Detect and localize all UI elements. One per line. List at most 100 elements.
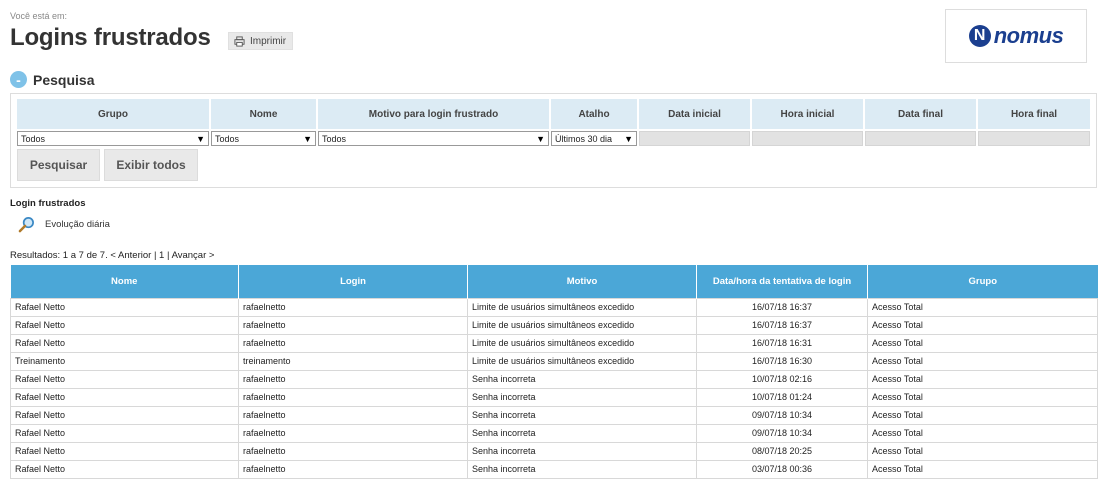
cell-nome: Rafael Netto [10, 333, 239, 353]
table-row[interactable]: Rafael Netto rafaelnetto Limite de usuár… [10, 315, 1098, 335]
search-section-header: - Pesquisa [10, 71, 94, 88]
table-header: Nome Login Motivo Data/hora da tentativa… [10, 265, 1098, 298]
filter-grupo: Grupo Todos ▼ [17, 99, 209, 146]
data-final-input[interactable] [865, 131, 976, 146]
cell-login: rafaelnetto [238, 333, 468, 353]
nome-select[interactable]: Todos ▼ [211, 131, 316, 146]
hora-inicial-input[interactable] [752, 131, 863, 146]
cell-login: rafaelnetto [238, 315, 468, 335]
cell-nome: Rafael Netto [10, 387, 239, 407]
cell-motivo: Senha incorreta [467, 423, 697, 443]
search-button[interactable]: Pesquisar [17, 149, 100, 181]
search-panel: Grupo Todos ▼ Nome Todos ▼ Motivo para l… [10, 93, 1097, 188]
data-inicial-input[interactable] [639, 131, 750, 146]
cell-data-hora: 10/07/18 01:24 [696, 387, 868, 407]
table-row[interactable]: Treinamento treinamento Limite de usuári… [10, 351, 1098, 371]
chevron-down-icon: ▼ [196, 133, 205, 144]
cell-data-hora: 16/07/18 16:31 [696, 333, 868, 353]
hora-final-input[interactable] [978, 131, 1090, 146]
filter-label-motivo: Motivo para login frustrado [318, 99, 549, 129]
cell-motivo: Limite de usuários simultâneos excedido [467, 351, 697, 371]
collapse-icon[interactable]: - [10, 71, 27, 88]
column-header-nome[interactable]: Nome [10, 265, 239, 298]
table-row[interactable]: Rafael Netto rafaelnetto Senha incorreta… [10, 387, 1098, 407]
cell-nome: Rafael Netto [10, 405, 239, 425]
table-header-row: Nome Login Motivo Data/hora da tentativa… [10, 265, 1098, 298]
cell-data-hora: 10/07/18 02:16 [696, 369, 868, 389]
atalho-select-value: Últimos 30 dia [555, 133, 613, 144]
results-subtitle: Login frustrados [10, 198, 86, 209]
cell-data-hora: 08/07/18 20:25 [696, 441, 868, 461]
cell-grupo: Acesso Total [867, 441, 1098, 461]
cell-motivo: Limite de usuários simultâneos excedido [467, 333, 697, 353]
cell-motivo: Limite de usuários simultâneos excedido [467, 315, 697, 335]
cell-grupo: Acesso Total [867, 351, 1098, 371]
cell-data-hora: 03/07/18 00:36 [696, 459, 868, 479]
page-1-link[interactable]: 1 [159, 250, 164, 261]
cell-nome: Rafael Netto [10, 441, 239, 461]
results-summary: Resultados: 1 a 7 de 7. [10, 250, 108, 261]
cell-nome: Treinamento [10, 351, 239, 371]
daily-evolution-link[interactable]: Evolução diária [18, 216, 110, 233]
table-row[interactable]: Rafael Netto rafaelnetto Senha incorreta… [10, 459, 1098, 479]
filter-label-data-inicial: Data inicial [639, 99, 750, 129]
table-row[interactable]: Rafael Netto rafaelnetto Limite de usuár… [10, 333, 1098, 353]
show-all-button[interactable]: Exibir todos [104, 149, 198, 181]
column-header-login[interactable]: Login [238, 265, 468, 298]
cell-login: rafaelnetto [238, 297, 468, 317]
logo-text: nomus [993, 23, 1064, 48]
filter-label-hora-final: Hora final [978, 99, 1090, 129]
filter-atalho: Atalho Últimos 30 dia ▼ [551, 99, 637, 146]
table-row[interactable]: Rafael Netto rafaelnetto Senha incorreta… [10, 441, 1098, 461]
filter-label-hora-inicial: Hora inicial [752, 99, 863, 129]
chevron-down-icon: ▼ [536, 133, 545, 144]
cell-nome: Rafael Netto [10, 315, 239, 335]
filter-label-nome: Nome [211, 99, 316, 129]
cell-grupo: Acesso Total [867, 297, 1098, 317]
cell-login: rafaelnetto [238, 387, 468, 407]
column-header-grupo[interactable]: Grupo [867, 265, 1098, 298]
table-row[interactable]: Rafael Netto rafaelnetto Senha incorreta… [10, 369, 1098, 389]
next-page-link[interactable]: Avançar > [172, 250, 215, 261]
filter-hora-inicial: Hora inicial [752, 99, 863, 146]
filter-label-data-final: Data final [865, 99, 976, 129]
cell-grupo: Acesso Total [867, 459, 1098, 479]
filter-label-grupo: Grupo [17, 99, 209, 129]
cell-motivo: Senha incorreta [467, 441, 697, 461]
table-body: Rafael Netto rafaelnetto Limite de usuár… [10, 297, 1098, 479]
chevron-down-icon: ▼ [624, 133, 633, 144]
cell-data-hora: 16/07/18 16:37 [696, 315, 868, 335]
atalho-select[interactable]: Últimos 30 dia ▼ [551, 131, 637, 146]
print-label: Imprimir [250, 35, 287, 47]
filter-data-final: Data final [865, 99, 976, 146]
print-button[interactable]: Imprimir [228, 32, 294, 50]
prev-page-link[interactable]: < Anterior [110, 250, 151, 261]
table-row[interactable]: Rafael Netto rafaelnetto Senha incorreta… [10, 405, 1098, 425]
cell-motivo: Senha incorreta [467, 369, 697, 389]
cell-motivo: Senha incorreta [467, 387, 697, 407]
cell-nome: Rafael Netto [10, 369, 239, 389]
filter-nome: Nome Todos ▼ [211, 99, 316, 146]
grupo-select[interactable]: Todos ▼ [17, 131, 209, 146]
column-header-data-hora[interactable]: Data/hora da tentativa de login [696, 265, 868, 298]
cell-login: rafaelnetto [238, 441, 468, 461]
grupo-select-value: Todos [21, 133, 46, 144]
table-row[interactable]: Rafael Netto rafaelnetto Limite de usuár… [10, 297, 1098, 317]
cell-nome: Rafael Netto [10, 297, 239, 317]
cell-nome: Rafael Netto [10, 459, 239, 479]
table-row[interactable]: Rafael Netto rafaelnetto Senha incorreta… [10, 423, 1098, 443]
filter-data-inicial: Data inicial [639, 99, 750, 146]
cell-login: rafaelnetto [238, 423, 468, 443]
filter-hora-final: Hora final [978, 99, 1090, 146]
logins-table: Nome Login Motivo Data/hora da tentativa… [10, 265, 1098, 479]
cell-grupo: Acesso Total [867, 333, 1098, 353]
cell-data-hora: 16/07/18 16:30 [696, 351, 868, 371]
section-title: Pesquisa [33, 71, 95, 88]
column-header-motivo[interactable]: Motivo [467, 265, 697, 298]
motivo-select[interactable]: Todos ▼ [318, 131, 549, 146]
printer-icon [234, 35, 245, 47]
filter-motivo: Motivo para login frustrado Todos ▼ [318, 99, 549, 146]
cell-motivo: Senha incorreta [467, 459, 697, 479]
breadcrumb: Você está em: [10, 11, 68, 21]
cell-grupo: Acesso Total [867, 423, 1098, 443]
